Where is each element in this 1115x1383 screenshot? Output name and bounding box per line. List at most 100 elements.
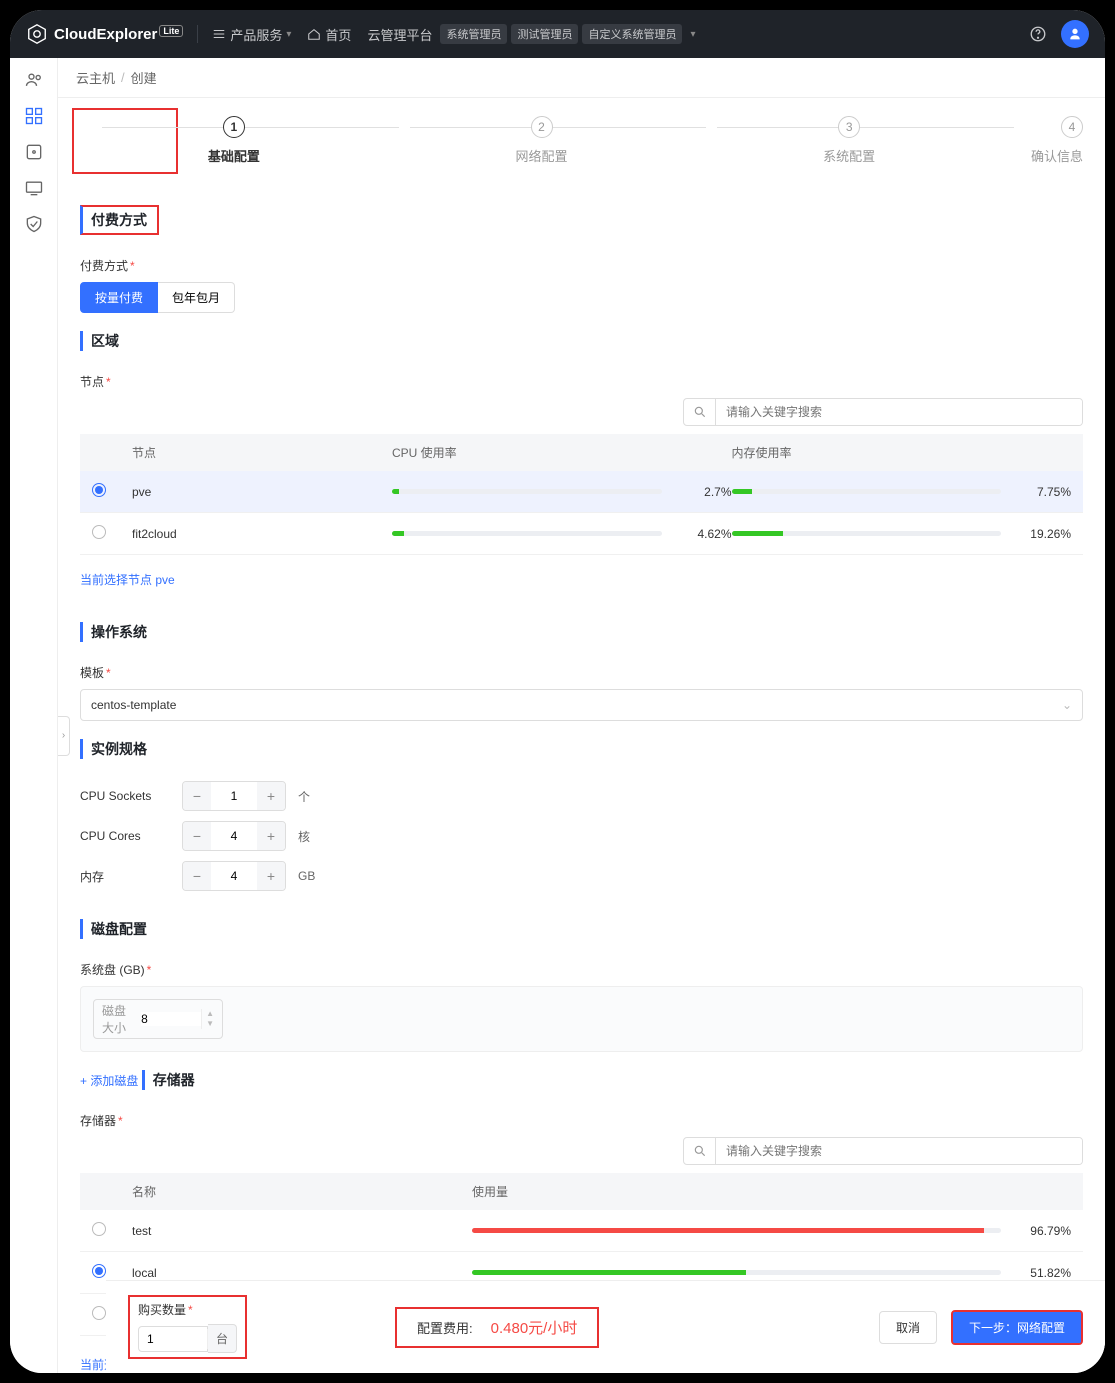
step-system[interactable]: 3系统配置 (695, 116, 1003, 165)
step-confirm[interactable]: 4确认信息 (1003, 116, 1083, 165)
section-region: 区域 (80, 331, 119, 351)
step-basic[interactable]: 1基础配置 (80, 116, 388, 165)
nav-products[interactable]: 产品服务▾ (212, 25, 291, 44)
plus-button[interactable]: + (257, 782, 285, 810)
cores-input[interactable] (211, 822, 257, 850)
sidebar-monitor-icon[interactable] (24, 178, 44, 198)
breadcrumb: 云主机 / 创建 (58, 58, 1105, 98)
section-os: 操作系统 (80, 622, 147, 642)
next-button[interactable]: 下一步：网络配置 (951, 1310, 1083, 1345)
menu-icon (212, 27, 226, 41)
disk-label: 系统盘 (GB)* (80, 961, 1083, 978)
node-search-input[interactable] (716, 399, 1082, 425)
logo-icon (26, 23, 48, 45)
selected-node-text: 当前选择节点 pve (80, 571, 1083, 588)
app-header: CloudExplorerLite 产品服务▾ 首页 云管理平台 系统管理员 测… (10, 10, 1105, 58)
crumb-current: 创建 (131, 68, 157, 87)
node-name: pve (132, 485, 392, 499)
user-icon (1067, 26, 1083, 42)
cost-value: 0.480元/小时 (491, 1317, 578, 1338)
sockets-input[interactable] (211, 782, 257, 810)
col-node: 节点 (132, 444, 392, 461)
qty-input[interactable] (147, 1332, 207, 1346)
node-search (683, 398, 1083, 426)
storage-name: local (132, 1266, 472, 1280)
col-mem: 内存使用率 (732, 444, 1002, 461)
node-row[interactable]: pve 2.7% 7.75% (80, 471, 1083, 513)
minus-button[interactable]: − (183, 822, 211, 850)
role-tag[interactable]: 测试管理员 (511, 24, 578, 44)
qty-block: 购买数量* ▲▼ 台 (128, 1295, 247, 1359)
plus-button[interactable]: + (257, 862, 285, 890)
home-icon (307, 27, 321, 41)
spec-cpu-cores: CPU Cores −+ 核 (80, 821, 1083, 851)
node-table: 节点 CPU 使用率 内存使用率 pve 2.7% 7.75% (80, 434, 1083, 555)
brand-logo: CloudExplorerLite (26, 23, 183, 45)
sidebar-shield-icon[interactable] (24, 214, 44, 234)
disk-size-input-wrap: 磁盘大小 ▲▼ (93, 999, 223, 1039)
sidebar (10, 58, 58, 1373)
section-storage: 存储器 (142, 1070, 195, 1090)
plus-button[interactable]: + (257, 822, 285, 850)
section-disk: 磁盘配置 (80, 919, 147, 939)
help-icon[interactable] (1029, 25, 1047, 43)
radio[interactable] (92, 525, 106, 539)
radio[interactable] (92, 1264, 106, 1278)
platform-label: 云管理平台 (367, 25, 432, 44)
cancel-button[interactable]: 取消 (879, 1311, 937, 1344)
template-select[interactable]: centos-template⌄ (80, 689, 1083, 721)
crumb-parent[interactable]: 云主机 (76, 68, 115, 87)
mem-pct: 7.75% (1001, 485, 1071, 499)
col-name: 名称 (132, 1183, 472, 1200)
storage-label: 存储器* (80, 1112, 1083, 1129)
search-icon[interactable] (684, 1138, 716, 1164)
memory-input[interactable] (211, 862, 257, 890)
disk-size-input[interactable] (141, 1012, 201, 1026)
disk-size-label: 磁盘大小 (102, 1002, 138, 1036)
node-label: 节点* (80, 373, 1083, 390)
add-disk-link[interactable]: + 添加磁盘 (80, 1072, 138, 1089)
qty-unit: 台 (208, 1324, 237, 1353)
radio[interactable] (92, 1306, 106, 1320)
pay-ondemand[interactable]: 按量付费 (80, 282, 158, 313)
nav-home[interactable]: 首页 (307, 25, 351, 44)
usage-pct: 96.79% (1001, 1224, 1071, 1238)
step-up[interactable]: ▲ (202, 1009, 218, 1019)
user-avatar[interactable] (1061, 20, 1089, 48)
role-tag[interactable]: 自定义系统管理员 (582, 24, 682, 44)
chevron-down-icon[interactable]: ▾ (690, 29, 695, 40)
minus-button[interactable]: − (183, 782, 211, 810)
cost-label: 配置费用: (417, 1318, 473, 1337)
step-down[interactable]: ▼ (202, 1019, 218, 1029)
mem-pct: 19.26% (1001, 527, 1071, 541)
cost-display: 配置费用: 0.480元/小时 (395, 1307, 599, 1348)
storage-search-input[interactable] (716, 1138, 1082, 1164)
storage-search (683, 1137, 1083, 1165)
template-label: 模板* (80, 664, 1083, 681)
sidebar-users-icon[interactable] (24, 70, 44, 90)
sidebar-vm-icon[interactable] (24, 106, 44, 126)
storage-row[interactable]: test 96.79% (80, 1210, 1083, 1252)
node-row[interactable]: fit2cloud 4.62% 19.26% (80, 513, 1083, 555)
step-network[interactable]: 2网络配置 (388, 116, 696, 165)
col-cpu: CPU 使用率 (392, 444, 662, 461)
spec-memory: 内存 −+ GB (80, 861, 1083, 891)
search-icon[interactable] (684, 399, 716, 425)
wizard-steps: 1基础配置 2网络配置 3系统配置 4确认信息 (80, 116, 1083, 165)
radio[interactable] (92, 1222, 106, 1236)
footer-bar: 购买数量* ▲▼ 台 配置费用: 0.480元/小时 取消 下一步：网络配置 (106, 1280, 1105, 1373)
qty-label: 购买数量 (138, 1303, 186, 1317)
payment-label: 付费方式* (80, 257, 1083, 274)
cpu-pct: 4.62% (662, 527, 732, 541)
spec-cpu-sockets: CPU Sockets −+ 个 (80, 781, 1083, 811)
sidebar-disk-icon[interactable] (24, 142, 44, 162)
role-tag[interactable]: 系统管理员 (440, 24, 507, 44)
col-usage: 使用量 (472, 1183, 1001, 1200)
storage-name: test (132, 1224, 472, 1238)
node-name: fit2cloud (132, 527, 392, 541)
radio[interactable] (92, 483, 106, 497)
sidebar-collapse[interactable]: › (58, 716, 70, 756)
section-payment: 付费方式 (80, 205, 159, 235)
minus-button[interactable]: − (183, 862, 211, 890)
pay-monthly[interactable]: 包年包月 (158, 282, 235, 313)
